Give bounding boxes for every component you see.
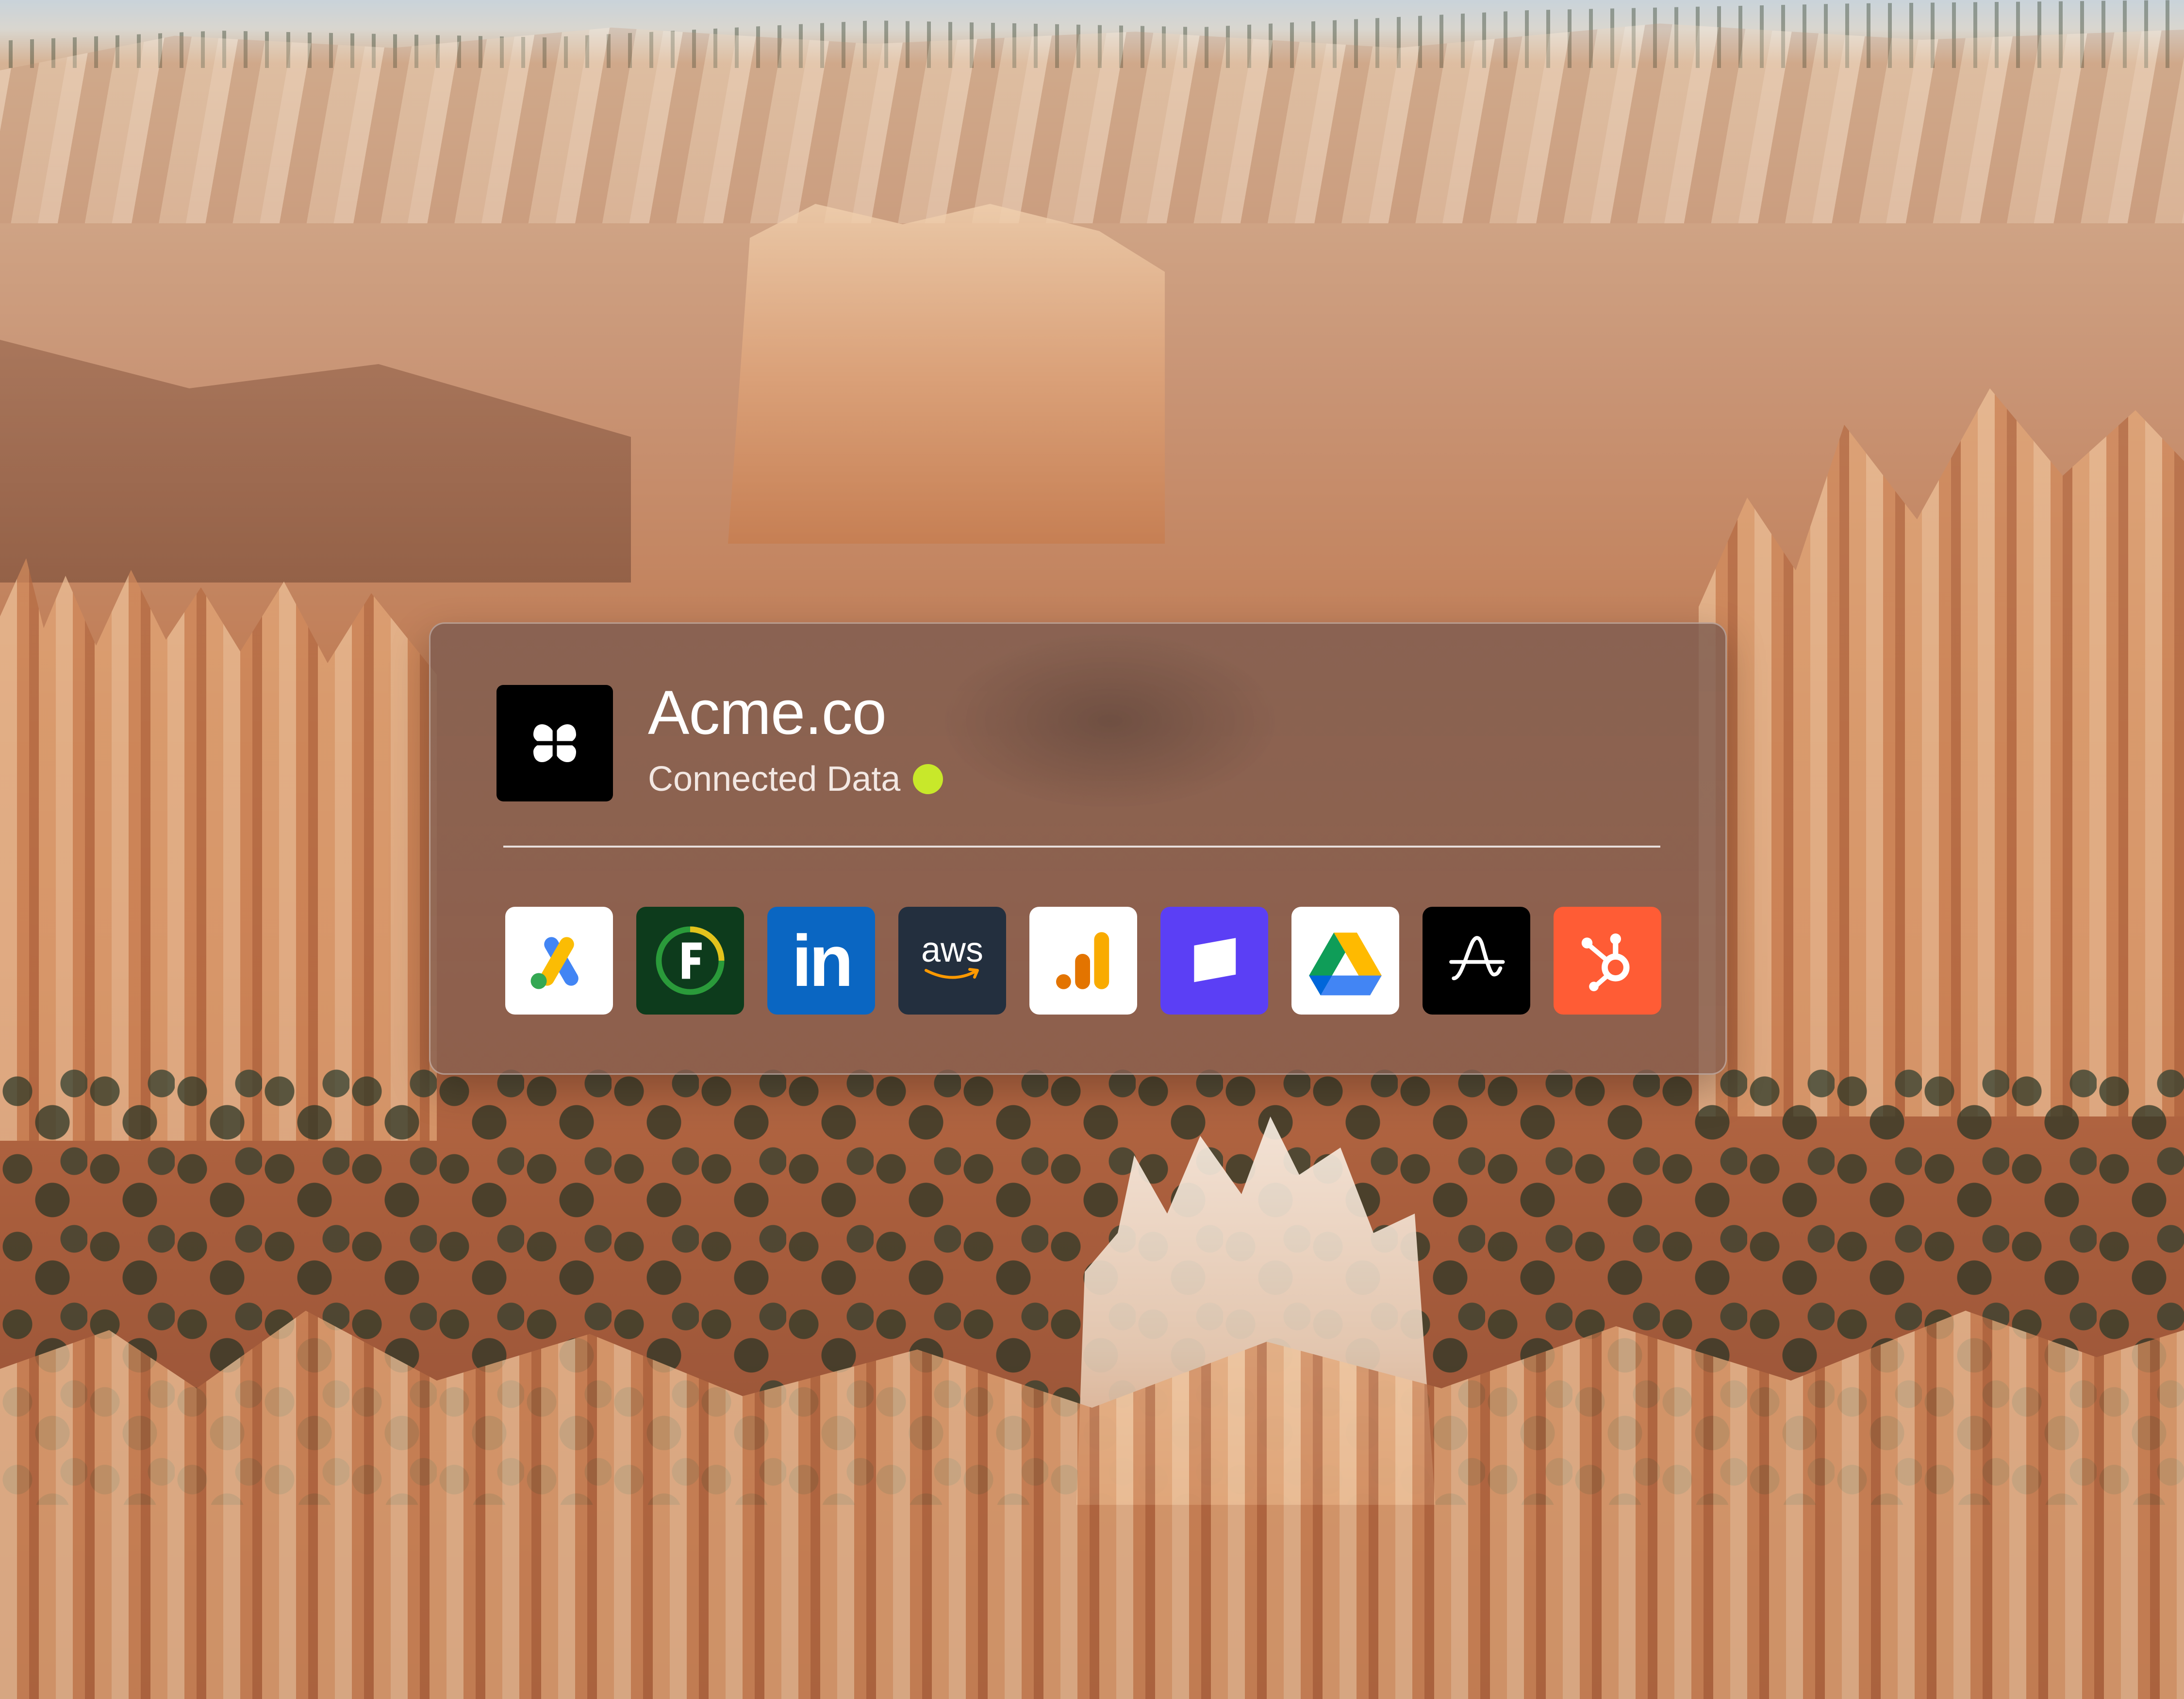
shadowed-cliff: [0, 340, 631, 583]
integration-google-drive[interactable]: [1291, 907, 1399, 1015]
status-label: Connected Data: [648, 760, 901, 799]
company-name: Acme.co: [648, 678, 887, 748]
hoodoo-field-left: [0, 558, 437, 1141]
canyon-rim: [0, 23, 2184, 223]
integration-google-analytics[interactable]: [1029, 907, 1137, 1015]
fathom-icon: [656, 926, 725, 995]
aws-icon: aws: [921, 931, 984, 969]
connected-data-card: Acme.co Connected Data in aws: [429, 622, 1727, 1075]
integration-flag-app[interactable]: [1160, 907, 1268, 1015]
integration-linkedin[interactable]: in: [767, 907, 875, 1015]
integration-hubspot[interactable]: [1554, 907, 1661, 1015]
integration-aws[interactable]: aws: [898, 907, 1006, 1015]
google-ads-icon: [530, 937, 579, 989]
sunlit-cliff: [728, 204, 1165, 544]
linkedin-icon: in: [792, 920, 853, 1001]
status-indicator-dot: [913, 764, 943, 794]
flag-app-icon: [1194, 938, 1236, 983]
hoodoo-field-right: [1699, 388, 2184, 1116]
integration-google-ads[interactable]: [505, 907, 613, 1015]
amplitude-icon: [1449, 936, 1505, 981]
connection-status: Connected Data: [648, 762, 943, 797]
aws-smile-icon: [925, 968, 979, 979]
google-drive-icon: [1309, 933, 1382, 996]
integration-amplitude[interactable]: [1423, 907, 1530, 1015]
integration-list: in aws: [505, 907, 1661, 1015]
divider: [503, 846, 1660, 848]
acme-logo-icon: [528, 716, 581, 770]
company-logo: [496, 685, 613, 801]
hubspot-icon: [1581, 933, 1630, 991]
google-analytics-icon: [1056, 932, 1109, 989]
integration-fathom[interactable]: [636, 907, 744, 1015]
